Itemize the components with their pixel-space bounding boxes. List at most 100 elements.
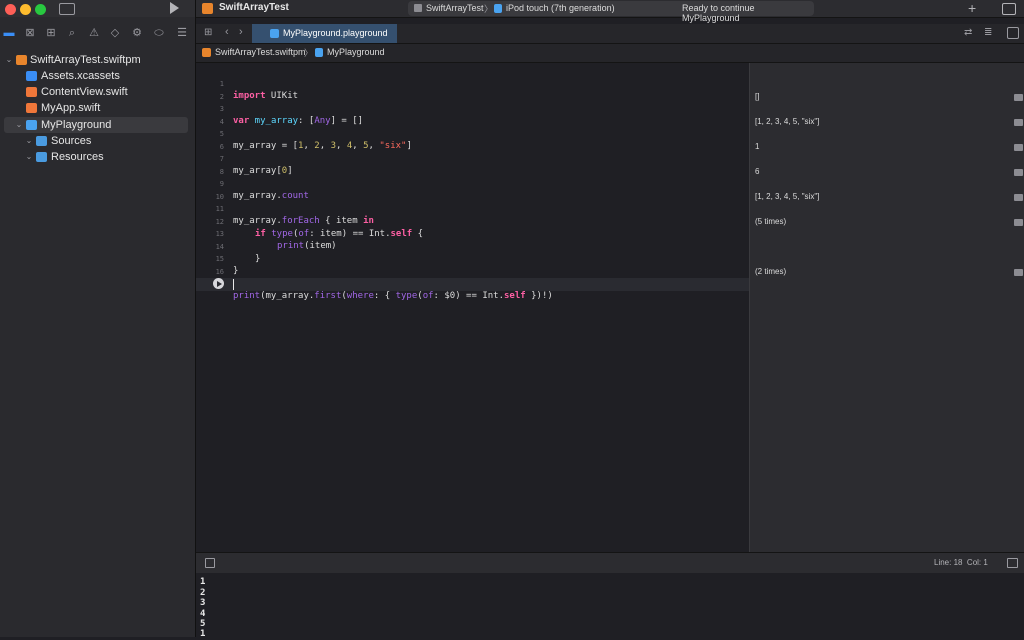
forward-icon[interactable]: › [239,26,243,38]
run-to-line-triangle [217,281,222,287]
test-navigator-icon[interactable]: ◇ [109,27,121,39]
inspector-toggle-icon[interactable] [1002,3,1016,15]
back-icon[interactable]: ‹ [225,26,229,38]
scheme-icon [414,4,422,12]
current-line-highlight [196,278,749,291]
tree-item-contentview[interactable]: ContentView.swift [4,84,188,100]
chevron-right-icon: 〉 [304,48,314,58]
result-value: [1, 2, 3, 4, 5, "six"] [755,117,820,126]
code-line: 10 [196,179,749,201]
swiftpm-package-icon [202,48,211,57]
debug-bar: Line: 18 Col: 1 [196,552,1024,574]
split-editor-icon[interactable]: ⇄ [964,27,972,38]
window-titlebar-left [0,0,195,17]
quick-look-icon[interactable] [1014,119,1023,126]
navigator-selector-bar: ▬ ⊠ ⊞ ⌕ ⚠ ◇ ⚙ ⬭ ☰ [0,24,195,42]
jump-bar: SwiftArrayTest.swiftpm 〉 MyPlayground [196,44,1024,63]
destination-selector[interactable]: iPod touch (7th generation) [506,3,615,13]
chevron-down-icon[interactable]: ⌄ [4,52,14,68]
swift-file-icon [270,29,279,38]
code-line: 4 [196,104,749,126]
add-editor-icon[interactable] [1007,27,1019,39]
code-line: 3 var my_array: [Any] = [] [196,91,749,126]
grid-icon[interactable]: ⊞ [204,27,212,38]
result-value: 1 [755,142,760,151]
window-toolbar: SwiftArrayTest SwiftArrayTest 〉 iPod tou… [196,0,1024,23]
code-line: 15 } [196,241,749,276]
jumpbar-segment-package[interactable]: SwiftArrayTest.swiftpm [215,47,306,57]
navigator-sidebar: ▬ ⊠ ⊞ ⌕ ⚠ ◇ ⚙ ⬭ ☰ ⌄ SwiftArrayTest.swift… [0,0,196,637]
quick-look-icon[interactable] [1014,144,1023,151]
chevron-down-icon[interactable]: ⌄ [14,117,24,133]
console-line: 1 [200,629,206,639]
editor-tab-bar: ⊞ ‹ › MyPlayground.playground ⇄ ≣ [196,24,1024,44]
quick-look-icon[interactable] [1014,269,1023,276]
code-line: 8 [196,154,749,176]
result-value: (2 times) [755,267,787,276]
find-navigator-icon[interactable]: ⌕ [66,27,78,39]
console-line: 4 [200,608,206,619]
add-icon[interactable]: + [968,0,976,16]
label-token: of [422,291,434,301]
close-window-button[interactable] [5,4,16,15]
tree-item-assets[interactable]: Assets.xcassets [4,68,188,84]
zoom-window-button[interactable] [35,4,46,15]
tree-item-label: Assets.xcassets [41,70,120,82]
code-line: 1 import UIKit [196,66,749,101]
result-value: [] [755,92,760,101]
debug-navigator-icon[interactable]: ⚙ [131,27,143,39]
playground-icon [26,120,37,130]
code-line: 7 my_array[0] [196,141,749,176]
tree-item-playground[interactable]: ⌄ MyPlayground [4,117,188,133]
folder-icon [36,136,47,146]
method-token: first [314,291,342,301]
symbol-navigator-icon[interactable]: ⊞ [45,27,57,39]
function-token: type [395,291,418,301]
editor-options-icon[interactable]: ≣ [984,27,992,38]
tree-item-label: Resources [51,151,104,163]
type-token: Int [482,291,499,301]
source-editor[interactable]: 1 import UIKit 2 3 var my_array: [Any] =… [196,63,749,552]
breakpoint-navigator-icon[interactable]: ⬭ [153,27,165,39]
tab-myplayground[interactable]: MyPlayground.playground [252,24,397,43]
console-toggle-icon[interactable] [1007,558,1018,568]
code-line: 11 my_array.forEach { item in [196,191,749,226]
tree-item-myapp[interactable]: MyApp.swift [4,100,188,116]
console-line: 2 [200,587,206,598]
sidebar-toggle-icon[interactable] [59,3,75,15]
console-output[interactable]: 1 2 3 4 5 1 [196,573,1024,639]
swiftpm-package-icon [16,55,27,65]
swift-file-icon [315,48,323,57]
tree-item-sources[interactable]: ⌄ Sources [4,133,188,149]
source-control-navigator-icon[interactable]: ⊠ [24,27,36,39]
project-navigator-icon[interactable]: ▬ [3,27,15,39]
hide-debug-area-icon[interactable] [205,558,215,568]
tree-item-resources[interactable]: ⌄ Resources [4,149,188,165]
chevron-down-icon[interactable]: ⌄ [24,133,34,149]
chevron-down-icon[interactable]: ⌄ [24,149,34,165]
quick-look-icon[interactable] [1014,194,1023,201]
identifier-token: (my_array. [260,291,315,301]
asset-catalog-icon [26,71,37,81]
minimize-window-button[interactable] [20,4,31,15]
label-token: where [346,291,374,301]
tree-item-label: ContentView.swift [41,86,128,98]
quick-look-icon[interactable] [1014,219,1023,226]
code-line: 13 print(item) [196,216,749,251]
quick-look-icon[interactable] [1014,94,1023,101]
issue-navigator-icon[interactable]: ⚠ [88,27,100,39]
scheme-selector[interactable]: SwiftArrayTest [426,3,484,13]
quick-look-icon[interactable] [1014,169,1023,176]
jumpbar-segment-playground[interactable]: MyPlayground [327,47,385,57]
run-button-icon[interactable] [170,2,179,14]
code-line: 17 print(my_array.first(where: { type(of… [196,266,749,301]
tab-label: MyPlayground.playground [283,28,388,38]
tree-item-package[interactable]: ⌄ SwiftArrayTest.swiftpm [4,52,188,68]
code-line: 5 my_array = [1, 2, 3, 4, 5, "six"] [196,116,749,151]
punct-token: })!) [525,291,553,301]
activity-view[interactable]: SwiftArrayTest 〉 iPod touch (7th generat… [408,1,814,23]
result-value: [1, 2, 3, 4, 5, "six"] [755,192,820,201]
report-navigator-icon[interactable]: ☰ [176,27,188,39]
punct-token: : { [373,291,396,301]
code-line: 9 my_array.count [196,166,749,201]
